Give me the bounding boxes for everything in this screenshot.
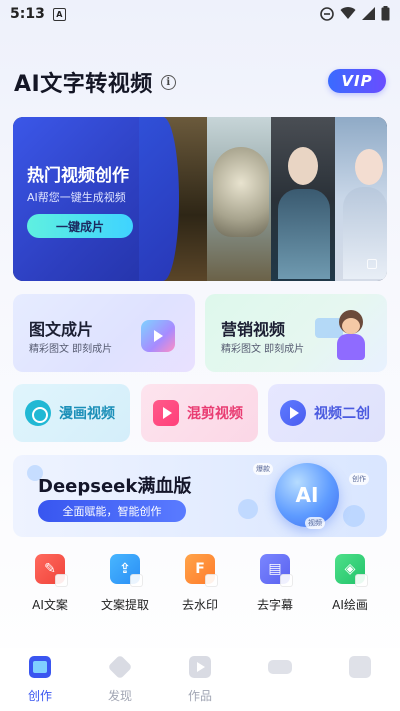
bubble-decor xyxy=(343,505,365,527)
chip-label: 创作 xyxy=(349,473,369,485)
page-header: AI文字转视频 i xyxy=(14,66,176,98)
cube-icon xyxy=(107,654,133,680)
image-text-video-card[interactable]: 图文成片 精彩图文 即刻成片 xyxy=(13,294,195,372)
clip-play-icon xyxy=(153,400,179,426)
wifi-icon xyxy=(340,7,356,20)
one-click-create-button[interactable]: 一键成片 xyxy=(27,214,133,238)
video-remix-button[interactable]: 视频二创 xyxy=(268,384,385,442)
pill-label: 漫画视频 xyxy=(59,406,115,422)
warrior-face xyxy=(288,147,318,185)
dnd-icon xyxy=(320,6,334,21)
tool-label: 去水印 xyxy=(181,598,218,612)
battery-icon xyxy=(381,6,390,21)
marketing-video-card[interactable]: 营销视频 精彩图文 即刻成片 xyxy=(205,294,387,372)
pill-label: 混剪视频 xyxy=(187,406,243,422)
tab-create[interactable]: 创作 xyxy=(0,656,80,704)
card-subtitle: 精彩图文 即刻成片 xyxy=(221,344,305,355)
status-bar: 5:13 A xyxy=(0,0,400,28)
tab-label: 创作 xyxy=(27,689,52,703)
text-extract-tool[interactable]: ⇪ 文案提取 xyxy=(85,550,165,613)
paint-icon: ◈ xyxy=(335,554,368,587)
chat-bubble-icon xyxy=(268,660,292,674)
signal-icon xyxy=(362,7,375,20)
subtitle-icon: ▤ xyxy=(260,554,293,587)
card-title: 图文成片 xyxy=(29,320,94,339)
status-icons xyxy=(320,6,390,21)
page-title: AI文字转视频 xyxy=(14,72,153,97)
deepseek-title: Deepseek满血版 xyxy=(38,476,192,497)
ai-copywriting-tool[interactable]: ✎ AI文案 xyxy=(10,550,90,613)
tv-play-icon xyxy=(141,320,175,352)
film-reel-icon xyxy=(25,400,51,426)
mix-cut-video-button[interactable]: 混剪视频 xyxy=(141,384,258,442)
tool-label: 文案提取 xyxy=(100,598,149,612)
tool-label: 去字幕 xyxy=(256,598,293,612)
tab-works[interactable]: 作品 xyxy=(160,656,240,704)
banner-subtitle: AI帮您一键生成视频 xyxy=(27,191,126,204)
tab-label: 发现 xyxy=(107,689,132,703)
pill-label: 视频二创 xyxy=(314,406,370,422)
tab-messages[interactable] xyxy=(240,656,320,674)
pen-icon: ✎ xyxy=(35,554,68,587)
watermark-icon: F xyxy=(185,554,218,587)
deepseek-banner[interactable]: Deepseek满血版 全面赋能，智能创作 AI 爆款 创作 视频 xyxy=(13,455,387,537)
bottom-tab-bar: 创作 发现 作品 xyxy=(0,648,400,711)
hot-video-banner[interactable]: 热门视频创作 AI帮您一键生成视频 一键成片 xyxy=(13,117,387,281)
remove-watermark-tool[interactable]: F 去水印 xyxy=(160,550,240,613)
video-file-icon xyxy=(189,656,211,678)
comic-video-button[interactable]: 漫画视频 xyxy=(13,384,130,442)
remove-subtitle-tool[interactable]: ▤ 去字幕 xyxy=(235,550,315,613)
tools-row: ✎ AI文案 ⇪ 文案提取 F 去水印 ▤ 去字幕 ◈ AI绘画 xyxy=(0,550,400,620)
info-icon[interactable]: i xyxy=(160,74,176,90)
chip-label: 视频 xyxy=(305,517,325,529)
card-title: 营销视频 xyxy=(221,320,286,339)
ai-painting-tool[interactable]: ◈ AI绘画 xyxy=(310,550,390,613)
tab-label: 作品 xyxy=(187,689,212,703)
lady-face xyxy=(355,149,383,185)
tool-label: AI文案 xyxy=(32,598,68,612)
play-icon xyxy=(280,400,306,426)
vip-button[interactable]: VIP xyxy=(328,69,386,93)
bubble-decor xyxy=(238,499,258,519)
warrior-figure xyxy=(278,189,330,279)
banner-title: 热门视频创作 xyxy=(27,166,129,186)
lady-figure xyxy=(343,187,387,279)
tab-profile[interactable] xyxy=(320,656,400,678)
tab-discover[interactable]: 发现 xyxy=(80,654,160,704)
notification-a-icon: A xyxy=(52,7,66,21)
card-subtitle: 精彩图文 即刻成片 xyxy=(29,344,113,355)
upload-icon: ⇪ xyxy=(110,554,143,587)
deepseek-tagline: 全面赋能，智能创作 xyxy=(38,500,186,522)
tool-label: AI绘画 xyxy=(332,598,368,612)
film-strip-icon xyxy=(29,656,51,678)
chip-label: 爆款 xyxy=(253,463,273,475)
banner-expand-icon[interactable] xyxy=(367,259,377,269)
person-icon xyxy=(349,656,371,678)
status-time: 5:13 xyxy=(10,6,45,22)
boy-illustration xyxy=(331,310,369,362)
lion-artwork xyxy=(213,147,269,237)
